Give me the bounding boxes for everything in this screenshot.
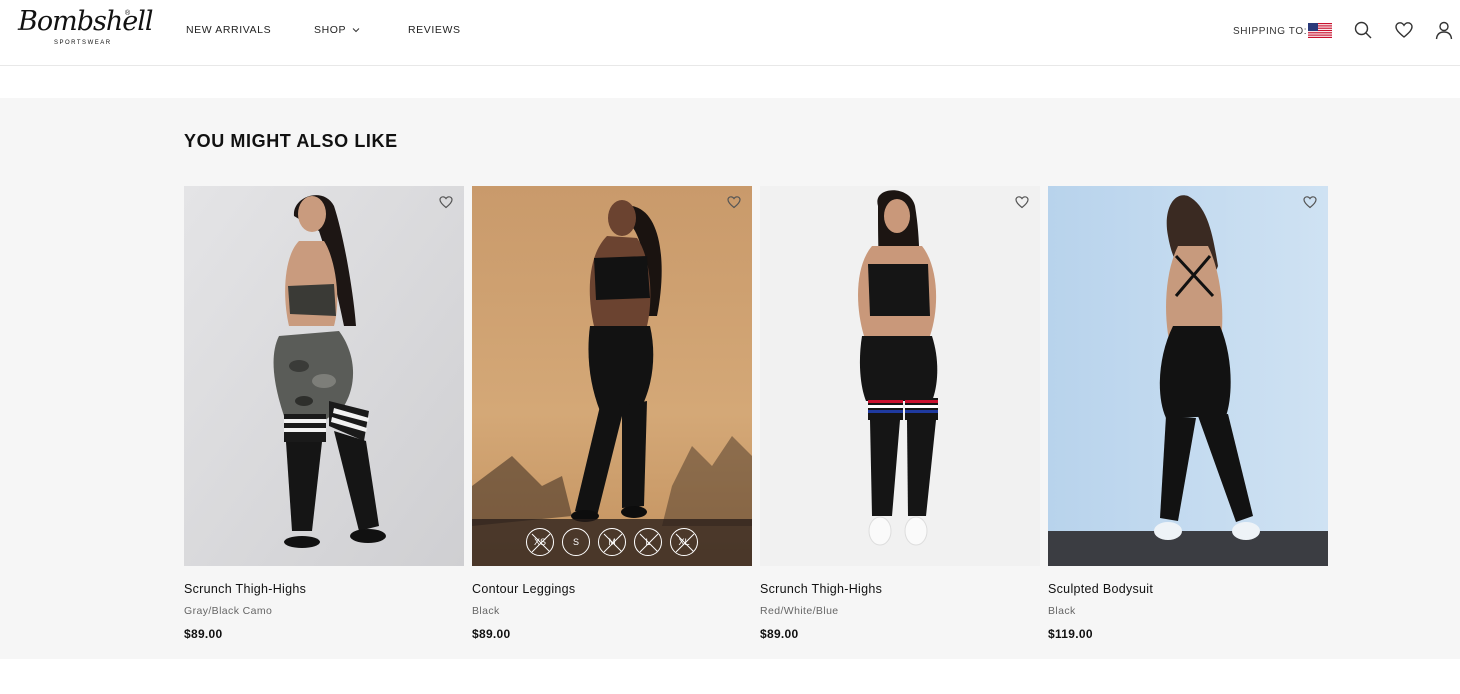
us-flag-icon[interactable]: [1308, 23, 1332, 38]
logo-registered-mark: ®: [125, 10, 131, 17]
product-photo: [184, 186, 464, 566]
nav-shop[interactable]: SHOP: [314, 24, 360, 36]
product-photo: [1048, 186, 1328, 566]
size-option-s[interactable]: S: [562, 528, 590, 556]
search-icon[interactable]: [1353, 20, 1373, 40]
logo-wordmark: Bombshell: [18, 6, 153, 37]
shipping-label: SHIPPING TO:: [1233, 26, 1308, 37]
product-image[interactable]: [1048, 186, 1328, 566]
recommendations-section: YOU MIGHT ALSO LIKE Scrunch Thigh-Highs …: [0, 98, 1460, 659]
product-name[interactable]: Scrunch Thigh-Highs: [760, 582, 882, 596]
product-card[interactable]: Scrunch Thigh-Highs Red/White/Blue $89.0…: [760, 186, 1040, 641]
unavailable-strike-icon: [531, 533, 551, 553]
heart-icon[interactable]: [438, 194, 454, 210]
heart-icon[interactable]: [1302, 194, 1318, 210]
chevron-down-icon: [352, 28, 360, 33]
site-header: Bombshell ® SPORTSWEAR NEW ARRIVALS SHOP…: [0, 0, 1460, 66]
product-image[interactable]: XS S M L XL: [472, 186, 752, 566]
size-option-xl[interactable]: XL: [670, 528, 698, 556]
product-price: $89.00: [184, 627, 223, 641]
quick-size-bar: XS S M L XL: [472, 519, 752, 566]
product-photo: [472, 186, 752, 566]
product-card[interactable]: Scrunch Thigh-Highs Gray/Black Camo $89.…: [184, 186, 464, 641]
heart-icon[interactable]: [726, 194, 742, 210]
product-name[interactable]: Sculpted Bodysuit: [1048, 582, 1153, 596]
size-option-m[interactable]: M: [598, 528, 626, 556]
product-color: Red/White/Blue: [760, 605, 839, 617]
section-title: YOU MIGHT ALSO LIKE: [184, 131, 398, 151]
product-photo: [760, 186, 1040, 566]
product-color: Gray/Black Camo: [184, 605, 273, 617]
nav-shop-label: SHOP: [314, 24, 347, 36]
brand-logo[interactable]: Bombshell ® SPORTSWEAR: [18, 6, 153, 52]
product-price: $89.00: [472, 627, 511, 641]
user-icon[interactable]: [1434, 20, 1454, 40]
product-price: $89.00: [760, 627, 799, 641]
nav-reviews[interactable]: REVIEWS: [408, 24, 461, 36]
product-price: $119.00: [1048, 627, 1093, 641]
product-color: Black: [472, 605, 500, 617]
product-name[interactable]: Contour Leggings: [472, 582, 575, 596]
heart-icon[interactable]: [1014, 194, 1030, 210]
product-name[interactable]: Scrunch Thigh-Highs: [184, 582, 306, 596]
unavailable-strike-icon: [675, 533, 695, 553]
product-card[interactable]: XS S M L XL Contour: [472, 186, 752, 641]
nav-new-arrivals[interactable]: NEW ARRIVALS: [186, 24, 271, 36]
unavailable-strike-icon: [639, 533, 659, 553]
size-option-l[interactable]: L: [634, 528, 662, 556]
logo-subtext: SPORTSWEAR: [54, 40, 112, 46]
page-footer-gap: [0, 659, 1460, 694]
product-color: Black: [1048, 605, 1076, 617]
product-image[interactable]: [184, 186, 464, 566]
product-image[interactable]: [760, 186, 1040, 566]
size-option-xs[interactable]: XS: [526, 528, 554, 556]
unavailable-strike-icon: [603, 533, 623, 553]
product-card[interactable]: Sculpted Bodysuit Black $119.00: [1048, 186, 1328, 641]
heart-icon[interactable]: [1394, 20, 1414, 40]
